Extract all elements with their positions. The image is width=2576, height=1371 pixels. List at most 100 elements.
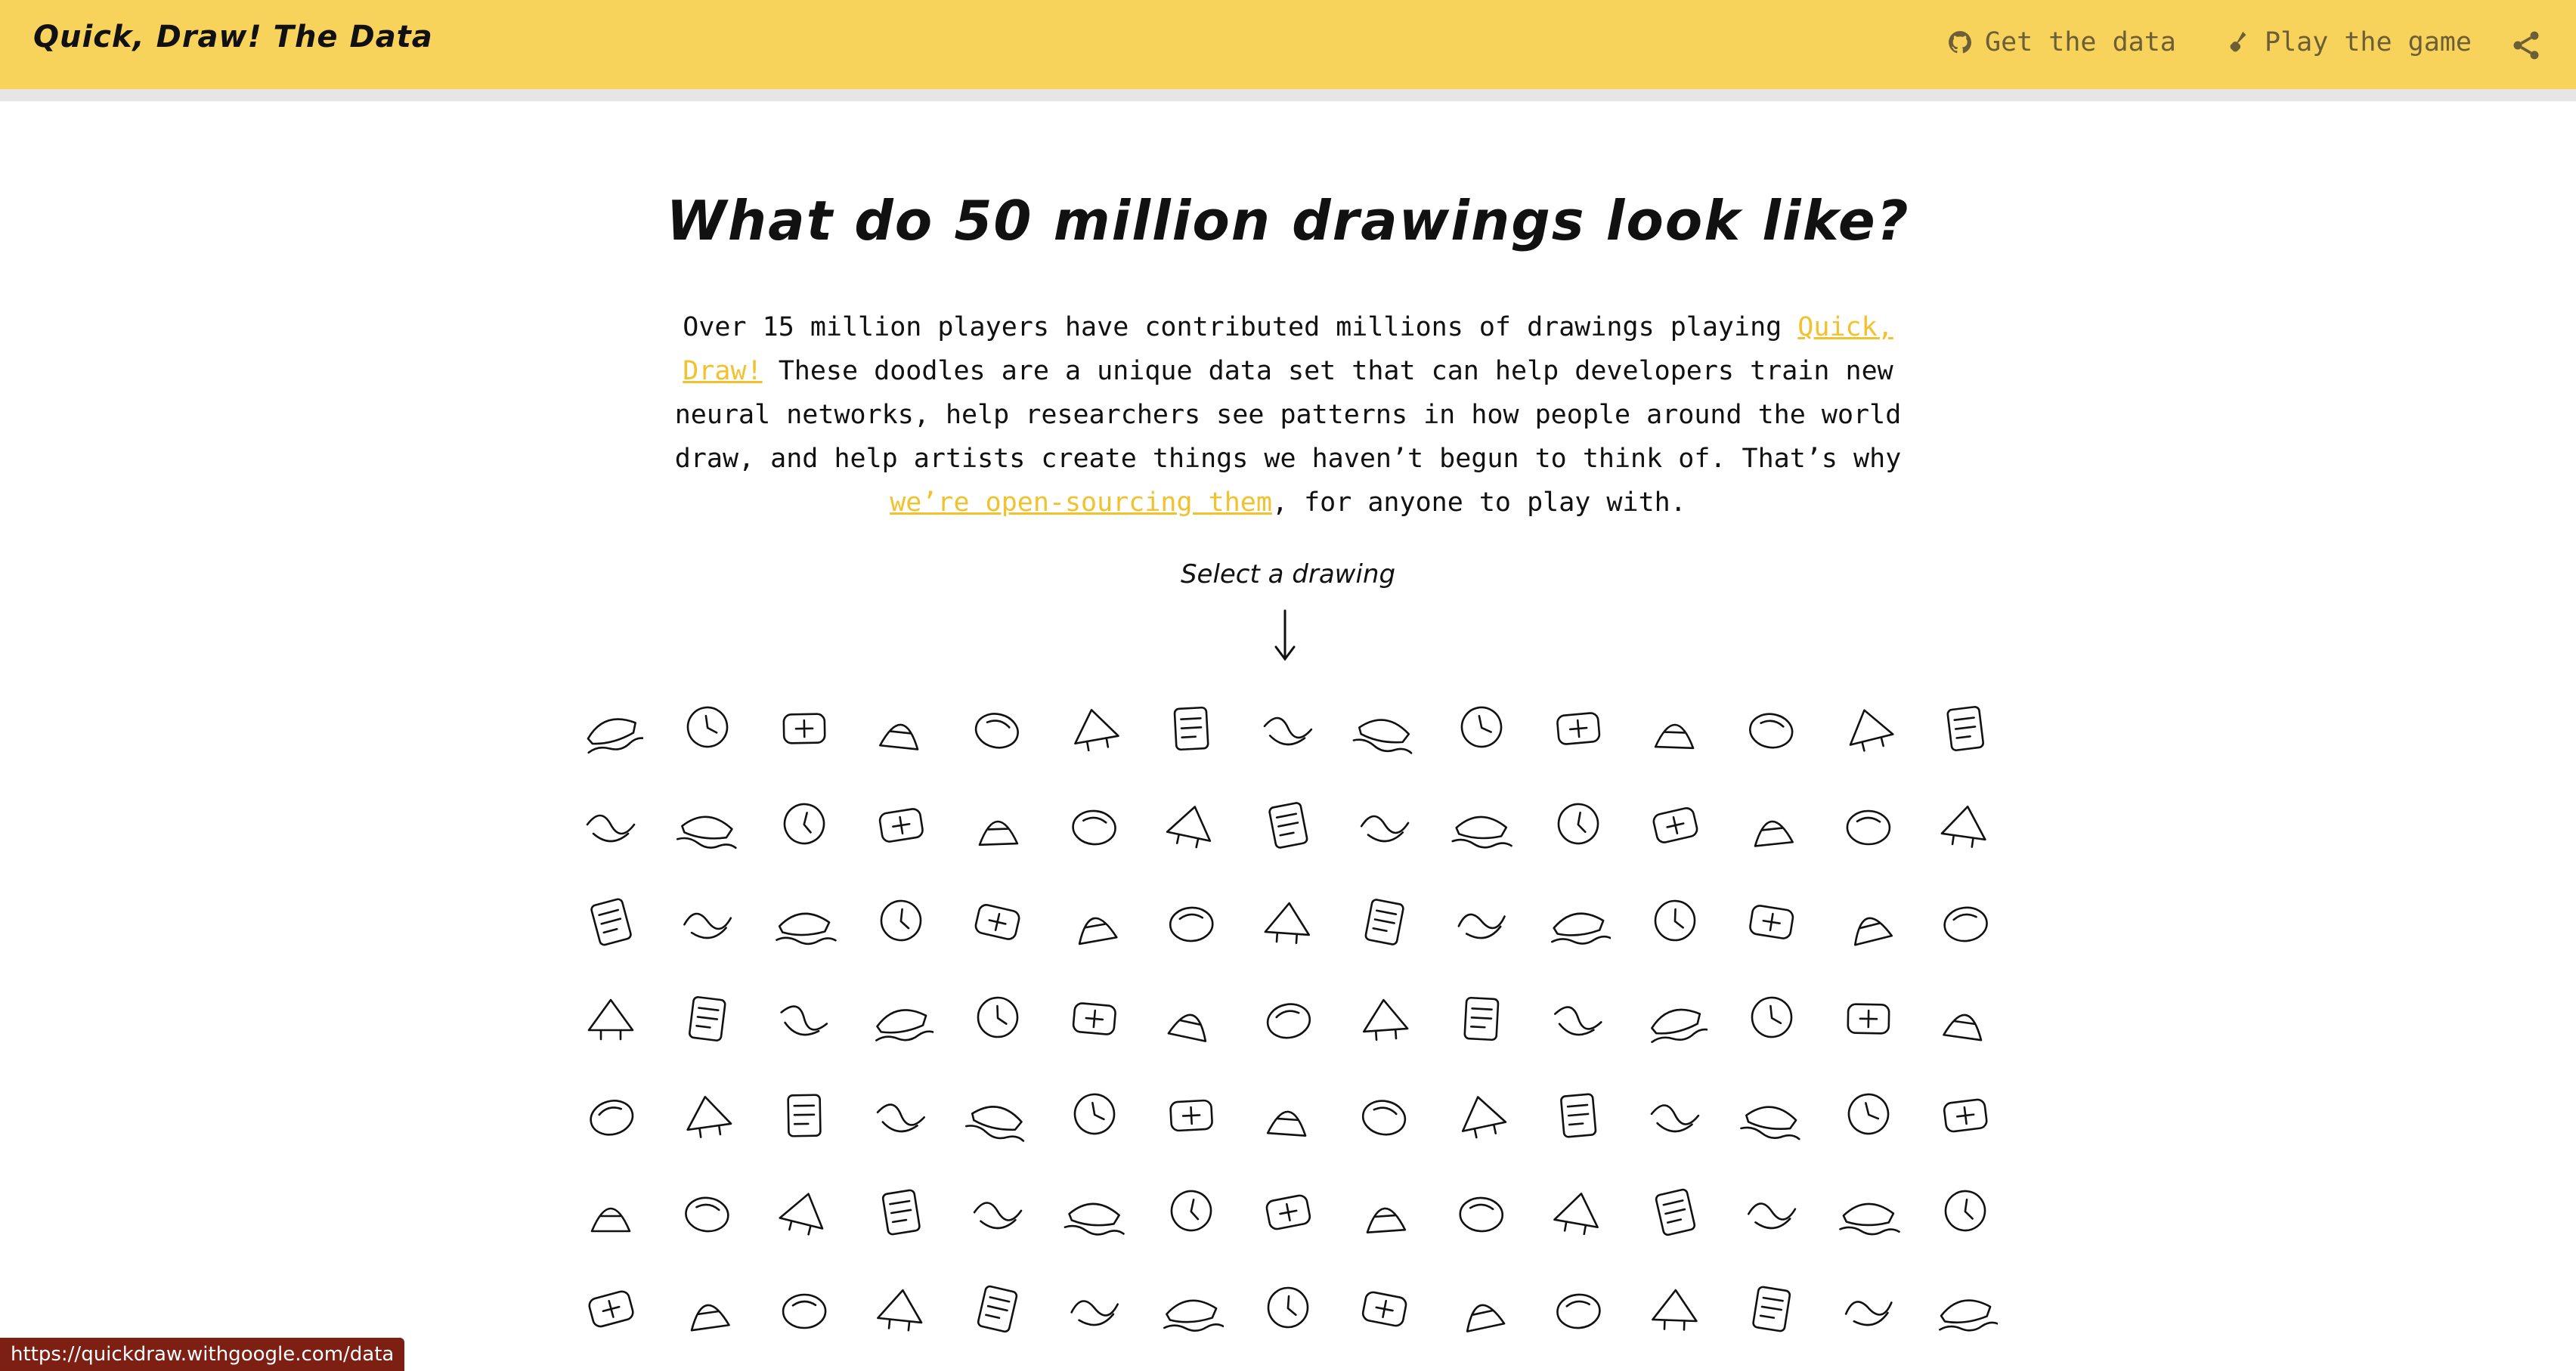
angel-icon[interactable] [960,689,1036,765]
bandage-icon[interactable] [1927,689,2003,765]
beard-icon[interactable] [1444,786,1519,862]
crown-icon[interactable] [1540,1173,1616,1249]
ambulance-icon[interactable] [863,689,939,765]
camera-icon[interactable] [1540,980,1616,1055]
envelope-icon[interactable] [1927,1270,2003,1345]
chandelier-icon[interactable] [1444,1076,1519,1152]
canoe-icon[interactable] [573,1076,649,1152]
circle-icon[interactable] [1637,1076,1713,1152]
crocodile-icon[interactable] [1444,1173,1519,1249]
cat-icon[interactable] [960,1076,1036,1152]
bridge-icon[interactable] [1734,883,1810,958]
bicycle-icon[interactable] [1927,786,2003,862]
blueberry-icon[interactable] [960,883,1036,958]
couch-icon[interactable] [1057,1173,1132,1249]
binoculars-icon[interactable] [573,883,649,958]
blackberry-icon[interactable] [863,883,939,958]
calculator-icon[interactable] [1250,980,1326,1055]
carrot-icon[interactable] [766,1076,842,1152]
camel-icon[interactable] [1444,980,1519,1055]
diamond-icon[interactable] [1831,1173,1906,1249]
bench-icon[interactable] [1831,786,1906,862]
ceiling-fan-icon[interactable] [1057,1076,1132,1152]
ant-icon[interactable] [1153,689,1229,765]
alarm-clock-icon[interactable] [766,689,842,765]
belt-icon[interactable] [1734,786,1810,862]
baseball-bat-icon[interactable] [766,786,842,862]
dog-icon[interactable] [670,1270,745,1345]
barn-icon[interactable] [573,786,649,862]
open-sourcing-link[interactable]: we’re open-sourcing them [890,487,1272,518]
bee-icon[interactable] [1637,786,1713,862]
birthday-cake-icon[interactable] [766,883,842,958]
bread-icon[interactable] [1637,883,1713,958]
drums-icon[interactable] [1347,1270,1423,1345]
beach-icon[interactable] [1250,786,1326,862]
bathtub-icon[interactable] [1153,786,1229,862]
apple-icon[interactable] [1347,689,1423,765]
basketball-icon[interactable] [960,786,1036,862]
coffee-cup-icon[interactable] [573,1173,649,1249]
arm-icon[interactable] [1444,689,1519,765]
elephant-icon[interactable] [1831,1270,1906,1345]
dumbbell-icon[interactable] [1540,1270,1616,1345]
crayon-icon[interactable] [1347,1173,1423,1249]
bus-icon[interactable] [766,980,842,1055]
cow-icon[interactable] [1153,1173,1229,1249]
dishwasher-icon[interactable] [1927,1173,2003,1249]
book-icon[interactable] [1057,883,1132,958]
animal-migration-icon[interactable] [1057,689,1132,765]
clock-icon[interactable] [1831,1076,1906,1152]
bulldozer-icon[interactable] [670,980,745,1055]
cello-icon[interactable] [1153,1076,1229,1152]
elbow-icon[interactable] [1734,1270,1810,1345]
anvil-icon[interactable] [1250,689,1326,765]
cookie-icon[interactable] [863,1173,939,1249]
donut-icon[interactable] [863,1270,939,1345]
candle-icon[interactable] [1831,980,1906,1055]
crab-icon[interactable] [1250,1173,1326,1249]
cruise-ship-icon[interactable] [1637,1173,1713,1249]
computer-icon[interactable] [766,1173,842,1249]
bottlecap-icon[interactable] [1250,883,1326,958]
bird-icon[interactable] [670,883,745,958]
cannon-icon[interactable] [1927,980,2003,1055]
bucket-icon[interactable] [573,980,649,1055]
share-icon[interactable] [2509,29,2543,62]
site-title[interactable]: Quick, Draw! The Data [33,20,433,54]
camouflage-icon[interactable] [1637,980,1713,1055]
bat-icon[interactable] [1057,786,1132,862]
clarinet-icon[interactable] [1734,1076,1810,1152]
axe-icon[interactable] [1637,689,1713,765]
bed-icon[interactable] [1540,786,1616,862]
broom-icon[interactable] [1927,883,2003,958]
ear-icon[interactable] [1637,1270,1713,1345]
compass-icon[interactable] [670,1173,745,1249]
dresser-icon[interactable] [1153,1270,1229,1345]
diving-board-icon[interactable] [573,1270,649,1345]
cup-icon[interactable] [1734,1173,1810,1249]
aircraft-carrier-icon[interactable] [573,689,649,765]
drill-icon[interactable] [1250,1270,1326,1345]
dragon-icon[interactable] [1057,1270,1132,1345]
castle-icon[interactable] [863,1076,939,1152]
broccoli-icon[interactable] [1831,883,1906,958]
door-icon[interactable] [960,1270,1036,1345]
chair-icon[interactable] [1347,1076,1423,1152]
airplane-icon[interactable] [670,689,745,765]
bear-icon[interactable] [1347,786,1423,862]
duck-icon[interactable] [1444,1270,1519,1345]
campfire-icon[interactable] [1734,980,1810,1055]
butterfly-icon[interactable] [960,980,1036,1055]
play-the-game-link[interactable]: Play the game [2227,27,2472,57]
cooler-icon[interactable] [960,1173,1036,1249]
basket-icon[interactable] [863,786,939,862]
brain-icon[interactable] [1540,883,1616,958]
bush-icon[interactable] [863,980,939,1055]
boomerang-icon[interactable] [1153,883,1229,958]
cloud-icon[interactable] [1927,1076,2003,1152]
car-icon[interactable] [670,1076,745,1152]
cell-phone-icon[interactable] [1250,1076,1326,1152]
asparagus-icon[interactable] [1540,689,1616,765]
get-the-data-link[interactable]: Get the data [1947,27,2176,57]
